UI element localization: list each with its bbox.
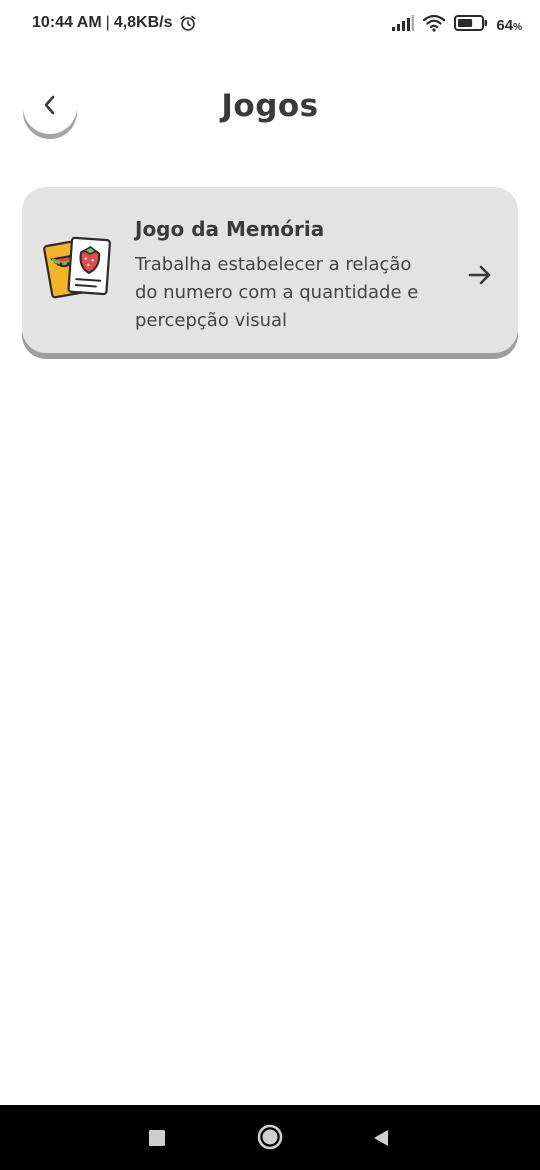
signal-icon — [392, 15, 415, 35]
recent-apps-icon[interactable] — [144, 1125, 170, 1151]
home-icon[interactable] — [256, 1123, 284, 1151]
battery-percent-text: 64% — [496, 17, 522, 34]
battery-icon — [454, 15, 488, 35]
game-title: Jogo da Memória — [135, 217, 325, 241]
wifi-icon — [422, 14, 446, 36]
battery-percent: 64 — [496, 16, 514, 34]
status-separator: | — [105, 14, 110, 31]
status-right: 64% — [392, 14, 522, 36]
navigation-bar — [0, 1105, 540, 1170]
arrow-right-icon[interactable] — [466, 261, 494, 289]
alarm-icon — [179, 14, 197, 32]
status-bar: 10:44 AM | 4,8KB/s 64% — [0, 0, 540, 50]
battery-unit: % — [513, 21, 522, 33]
game-description: Trabalha estabelecer a relação do numero… — [135, 254, 419, 331]
status-left: 10:44 AM | 4,8KB/s — [32, 14, 197, 32]
network-speed: 4,8KB/s — [113, 14, 173, 31]
page-title: Jogos — [221, 88, 319, 124]
status-time: 10:44 AM — [32, 14, 102, 31]
game-card-memory[interactable]: Jogo da Memória Trabalha estabelecer a r… — [22, 187, 518, 353]
back-triangle-icon[interactable] — [368, 1125, 394, 1151]
memory-cards-icon — [42, 233, 114, 305]
